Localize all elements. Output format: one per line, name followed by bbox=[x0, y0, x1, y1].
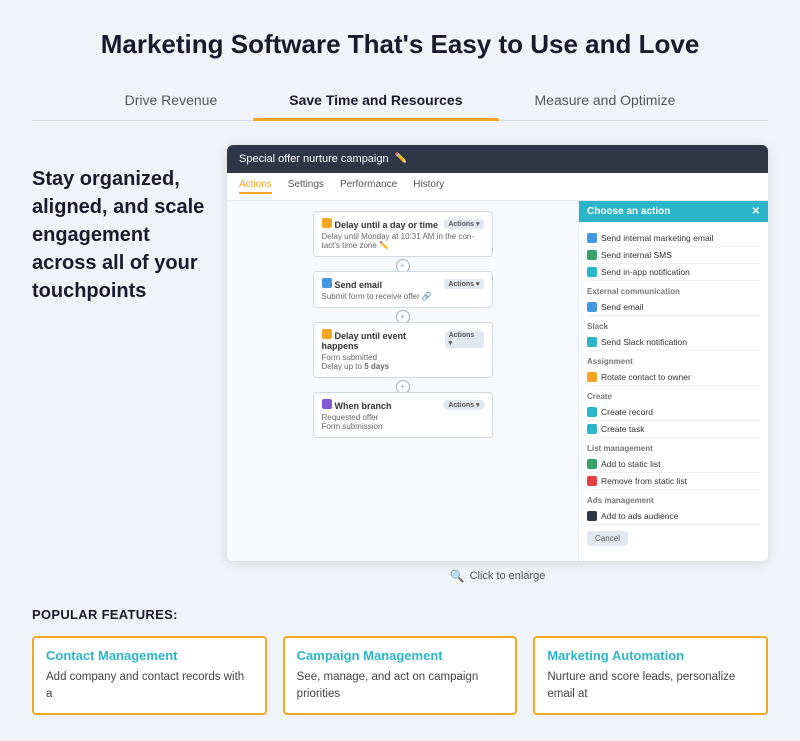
action-section-label: Create bbox=[587, 392, 760, 401]
feature-desc-campaign: See, manage, and act on campaign priorit… bbox=[297, 669, 504, 704]
feature-title-contact[interactable]: Contact Management bbox=[46, 648, 253, 663]
tab-bar: Drive Revenue Save Time and Resources Me… bbox=[32, 84, 768, 121]
action-item[interactable]: Send Slack notification bbox=[587, 334, 760, 351]
nav-history[interactable]: History bbox=[413, 179, 444, 194]
action-dot bbox=[587, 250, 597, 260]
action-item[interactable]: Send internal SMS bbox=[587, 247, 760, 264]
action-dot bbox=[587, 337, 597, 347]
node-content: Delay until Monday at 10:31 AM in the co… bbox=[322, 232, 484, 250]
main-visual: Special offer nurture campaign ✏️ Action… bbox=[227, 145, 768, 583]
action-item[interactable]: Rotate contact to owner bbox=[587, 369, 760, 386]
node-content: Submit form to receive offer 🔗 bbox=[322, 292, 484, 301]
feature-card-contact: Contact Management Add company and conta… bbox=[32, 636, 267, 716]
action-section-label: List management bbox=[587, 444, 760, 453]
tab-drive-revenue[interactable]: Drive Revenue bbox=[89, 84, 254, 120]
node-actions-btn[interactable]: Actions ▾ bbox=[445, 331, 484, 348]
enlarge-hint[interactable]: 🔍 Click to enlarge bbox=[450, 569, 546, 583]
workflow-node-delay1: Delay until a day or time Actions ▾ Dela… bbox=[313, 211, 493, 257]
node-title: Delay until a day or time Actions ▾ bbox=[322, 218, 484, 230]
screenshot-body: Delay until a day or time Actions ▾ Dela… bbox=[227, 201, 768, 561]
action-item[interactable]: Create record bbox=[587, 404, 760, 421]
connector bbox=[402, 261, 403, 271]
nav-settings[interactable]: Settings bbox=[288, 179, 324, 194]
screenshot-header: Special offer nurture campaign ✏️ bbox=[227, 145, 768, 173]
feature-card-automation: Marketing Automation Nurture and score l… bbox=[533, 636, 768, 716]
node-actions-btn[interactable]: Actions ▾ bbox=[444, 400, 483, 410]
action-item[interactable]: Create task bbox=[587, 421, 760, 438]
node-content: Requested offerForm submission bbox=[322, 413, 484, 431]
action-item[interactable]: Send in-app notification bbox=[587, 264, 760, 281]
cancel-button[interactable]: Cancel bbox=[587, 531, 628, 546]
workflow-node-delay2: Delay until event happens Actions ▾ Form… bbox=[313, 322, 493, 378]
feature-card-campaign: Campaign Management See, manage, and act… bbox=[283, 636, 518, 716]
delay-icon bbox=[322, 329, 332, 339]
action-item[interactable]: Add to ads audience bbox=[587, 508, 760, 525]
action-dot bbox=[587, 424, 597, 434]
action-dot bbox=[587, 267, 597, 277]
screenshot-title: Special offer nurture campaign bbox=[239, 153, 389, 165]
action-item[interactable]: Send internal marketing email bbox=[587, 230, 760, 247]
action-dot bbox=[587, 476, 597, 486]
action-section-label: Ads management bbox=[587, 496, 760, 505]
tab-measure-optimize[interactable]: Measure and Optimize bbox=[499, 84, 712, 120]
content-area: Stay organized, aligned, and scale engag… bbox=[32, 145, 768, 583]
action-dot bbox=[587, 459, 597, 469]
action-dot bbox=[587, 302, 597, 312]
nav-performance[interactable]: Performance bbox=[340, 179, 397, 194]
screenshot-frame: Special offer nurture campaign ✏️ Action… bbox=[227, 145, 768, 561]
page-wrapper: Marketing Software That's Easy to Use an… bbox=[0, 0, 800, 735]
email-icon bbox=[322, 278, 332, 288]
popular-section: POPULAR FEATURES: Contact Management Add… bbox=[32, 607, 768, 716]
feature-desc-contact: Add company and contact records with a bbox=[46, 669, 253, 704]
feature-title-automation[interactable]: Marketing Automation bbox=[547, 648, 754, 663]
workflow-node-email1: Send email Actions ▾ Submit form to rece… bbox=[313, 271, 493, 308]
connector bbox=[402, 382, 403, 392]
action-section-label: External communication bbox=[587, 287, 760, 296]
popular-label: POPULAR FEATURES: bbox=[32, 607, 768, 622]
zoom-icon: 🔍 bbox=[450, 569, 465, 583]
action-dot bbox=[587, 233, 597, 243]
node-actions-btn[interactable]: Actions ▾ bbox=[444, 279, 483, 289]
workflow-node-branch1: When branch Actions ▾ Requested offerFor… bbox=[313, 392, 493, 438]
connector bbox=[402, 312, 403, 322]
nav-actions[interactable]: Actions bbox=[239, 179, 272, 194]
enlarge-text: Click to enlarge bbox=[470, 570, 546, 582]
left-description: Stay organized, aligned, and scale engag… bbox=[32, 165, 207, 305]
node-content: Form submittedDelay up to 5 days bbox=[322, 353, 484, 371]
feature-desc-automation: Nurture and score leads, personalize ema… bbox=[547, 669, 754, 704]
action-item[interactable]: Remove from static list bbox=[587, 473, 760, 490]
features-grid: Contact Management Add company and conta… bbox=[32, 636, 768, 716]
action-dot bbox=[587, 511, 597, 521]
action-section-label: Slack bbox=[587, 322, 760, 331]
branch-icon bbox=[322, 399, 332, 409]
close-icon[interactable]: ✕ bbox=[752, 206, 760, 217]
left-text-block: Stay organized, aligned, and scale engag… bbox=[32, 145, 207, 305]
node-title: When branch Actions ▾ bbox=[322, 399, 484, 411]
delay-icon bbox=[322, 218, 332, 228]
action-panel-title: Choose an action bbox=[587, 206, 670, 217]
action-item[interactable]: Add to static list bbox=[587, 456, 760, 473]
page-title: Marketing Software That's Easy to Use an… bbox=[32, 28, 768, 62]
node-actions-btn[interactable]: Actions ▾ bbox=[444, 219, 483, 229]
node-title: Send email Actions ▾ bbox=[322, 278, 484, 290]
tab-save-time[interactable]: Save Time and Resources bbox=[253, 84, 498, 120]
action-panel-header: Choose an action ✕ bbox=[579, 201, 768, 222]
action-dot bbox=[587, 372, 597, 382]
screenshot-nav: Actions Settings Performance History bbox=[227, 173, 768, 201]
workflow-area: Delay until a day or time Actions ▾ Dela… bbox=[227, 201, 578, 561]
pencil-icon: ✏️ bbox=[395, 153, 407, 164]
action-item[interactable]: Send email bbox=[587, 299, 760, 316]
action-section-label: Assignment bbox=[587, 357, 760, 366]
feature-title-campaign[interactable]: Campaign Management bbox=[297, 648, 504, 663]
action-panel: Choose an action ✕ Send internal marketi… bbox=[578, 201, 768, 561]
node-title: Delay until event happens Actions ▾ bbox=[322, 329, 484, 351]
action-dot bbox=[587, 407, 597, 417]
